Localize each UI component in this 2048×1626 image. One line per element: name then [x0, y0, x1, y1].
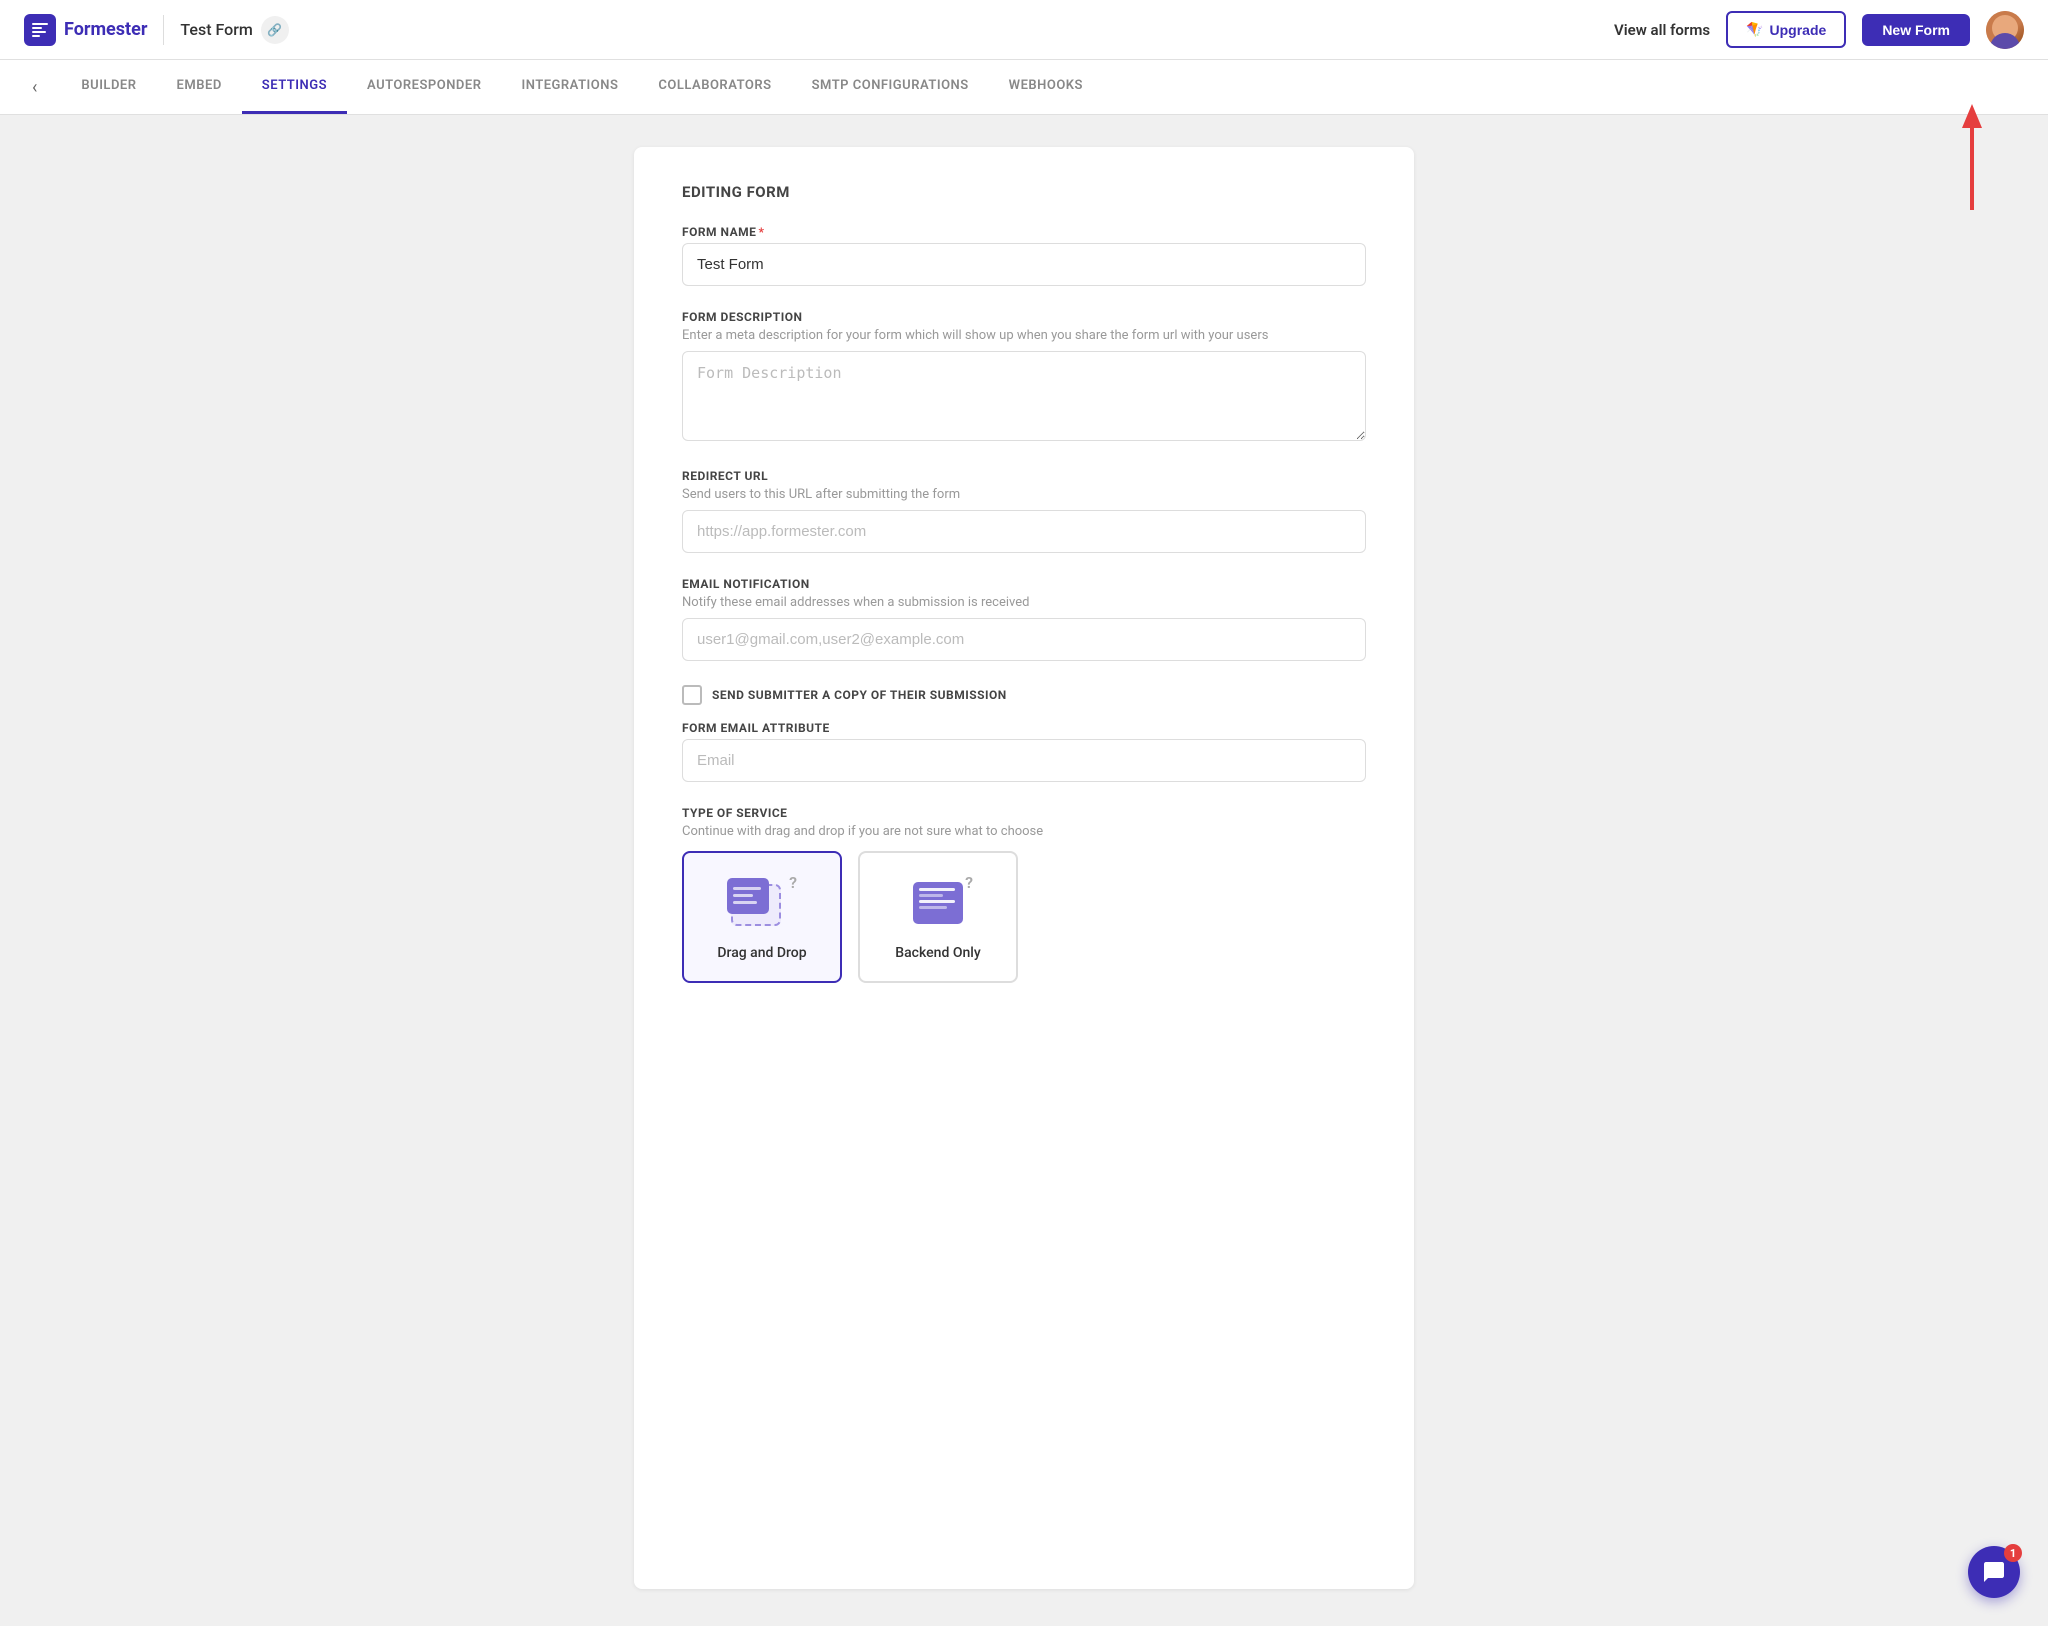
- tab-integrations[interactable]: INTEGRATIONS: [501, 60, 638, 114]
- editing-form-title: EDITING FORM: [682, 183, 1366, 201]
- avatar-image: [1986, 11, 2024, 49]
- chat-widget[interactable]: 1: [1968, 1546, 2020, 1598]
- tab-builder[interactable]: BUILDER: [61, 60, 156, 114]
- main-content: EDITING FORM FORM NAME * FORM DESCRIPTIO…: [0, 115, 2048, 1621]
- backend-question-icon: ?: [965, 873, 973, 892]
- backend-only-icon: ?: [903, 873, 973, 933]
- form-name-group: FORM NAME *: [682, 225, 1366, 286]
- form-description-input[interactable]: [682, 351, 1366, 441]
- avatar[interactable]: [1986, 11, 2024, 49]
- drag-drop-question-icon: ?: [789, 873, 797, 892]
- type-of-service-hint: Continue with drag and drop if you are n…: [682, 824, 1366, 839]
- logo-text: Formester: [64, 19, 147, 40]
- form-name-input[interactable]: [682, 243, 1366, 286]
- drag-drop-visual: [727, 876, 797, 931]
- service-cards: ? Drag and Drop: [682, 851, 1366, 983]
- form-email-attribute-group: FORM EMAIL ATTRIBUTE: [682, 721, 1366, 782]
- submitter-copy-row: SEND SUBMITTER A COPY OF THEIR SUBMISSIO…: [682, 685, 1366, 705]
- nav-back-button[interactable]: ‹: [24, 61, 45, 114]
- backend-line-1: [919, 888, 955, 891]
- backend-visual: [903, 876, 973, 931]
- drag-drop-inner-card: [727, 878, 769, 914]
- submitter-copy-label: SEND SUBMITTER A COPY OF THEIR SUBMISSIO…: [712, 688, 1007, 702]
- email-notification-group: EMAIL NOTIFICATION Notify these email ad…: [682, 577, 1366, 661]
- tab-settings[interactable]: SETTINGS: [242, 60, 347, 114]
- form-description-hint: Enter a meta description for your form w…: [682, 328, 1366, 343]
- drag-drop-line-3: [733, 901, 757, 904]
- upgrade-icon: 🪁: [1746, 21, 1763, 38]
- backend-only-card[interactable]: ? Backend Only: [858, 851, 1018, 983]
- tab-embed[interactable]: EMBED: [157, 60, 242, 114]
- backend-line-3: [919, 900, 955, 903]
- backend-line-4: [919, 906, 947, 909]
- redirect-url-group: REDIRECT URL Send users to this URL afte…: [682, 469, 1366, 553]
- type-of-service-label: TYPE OF SERVICE: [682, 806, 1366, 820]
- tab-collaborators[interactable]: COLLABORATORS: [638, 60, 791, 114]
- chat-badge: 1: [2004, 1544, 2022, 1562]
- upgrade-button[interactable]: 🪁 Upgrade: [1726, 11, 1846, 48]
- logo[interactable]: Formester: [24, 14, 147, 46]
- drag-drop-label: Drag and Drop: [717, 945, 806, 961]
- nav-tabs: ‹ BUILDER EMBED SETTINGS AUTORESPONDER I…: [0, 60, 2048, 115]
- email-notification-label: EMAIL NOTIFICATION: [682, 577, 1366, 591]
- submitter-copy-checkbox[interactable]: [682, 685, 702, 705]
- email-notification-hint: Notify these email addresses when a subm…: [682, 595, 1366, 610]
- tab-webhooks[interactable]: WEBHOOKS: [989, 60, 1103, 114]
- drag-drop-card[interactable]: ? Drag and Drop: [682, 851, 842, 983]
- backend-line-2: [919, 894, 943, 897]
- redirect-url-input[interactable]: [682, 510, 1366, 553]
- form-name-label: FORM NAME *: [682, 225, 1366, 239]
- view-all-forms-link[interactable]: View all forms: [1614, 21, 1710, 39]
- backend-only-label: Backend Only: [895, 945, 980, 961]
- logo-icon: [24, 14, 56, 46]
- email-notification-input[interactable]: [682, 618, 1366, 661]
- backend-inner-card: [913, 882, 963, 924]
- chat-icon: [1982, 1560, 2006, 1584]
- required-star: *: [758, 225, 764, 239]
- tab-smtp[interactable]: SMTP CONFIGURATIONS: [792, 60, 989, 114]
- drag-drop-line-2: [733, 894, 753, 897]
- new-form-button[interactable]: New Form: [1862, 14, 1970, 46]
- form-description-label: FORM DESCRIPTION: [682, 310, 1366, 324]
- form-description-group: FORM DESCRIPTION Enter a meta descriptio…: [682, 310, 1366, 445]
- arrow-indicator: [1952, 100, 1992, 224]
- header-actions: View all forms 🪁 Upgrade New Form: [1614, 11, 2024, 49]
- editing-form-card: EDITING FORM FORM NAME * FORM DESCRIPTIO…: [634, 147, 1414, 1589]
- header-divider: [163, 15, 164, 45]
- form-title-area: Test Form 🔗: [180, 16, 288, 44]
- redirect-url-label: REDIRECT URL: [682, 469, 1366, 483]
- drag-drop-line-1: [733, 887, 761, 890]
- form-link-icon[interactable]: 🔗: [261, 16, 289, 44]
- app-header: Formester Test Form 🔗 View all forms 🪁 U…: [0, 0, 2048, 60]
- form-email-attribute-label: FORM EMAIL ATTRIBUTE: [682, 721, 1366, 735]
- form-email-attribute-input[interactable]: [682, 739, 1366, 782]
- redirect-url-hint: Send users to this URL after submitting …: [682, 487, 1366, 502]
- type-of-service-group: TYPE OF SERVICE Continue with drag and d…: [682, 806, 1366, 983]
- drag-drop-icon: ?: [727, 873, 797, 933]
- current-form-title: Test Form: [180, 20, 252, 39]
- tab-autoresponder[interactable]: AUTORESPONDER: [347, 60, 501, 114]
